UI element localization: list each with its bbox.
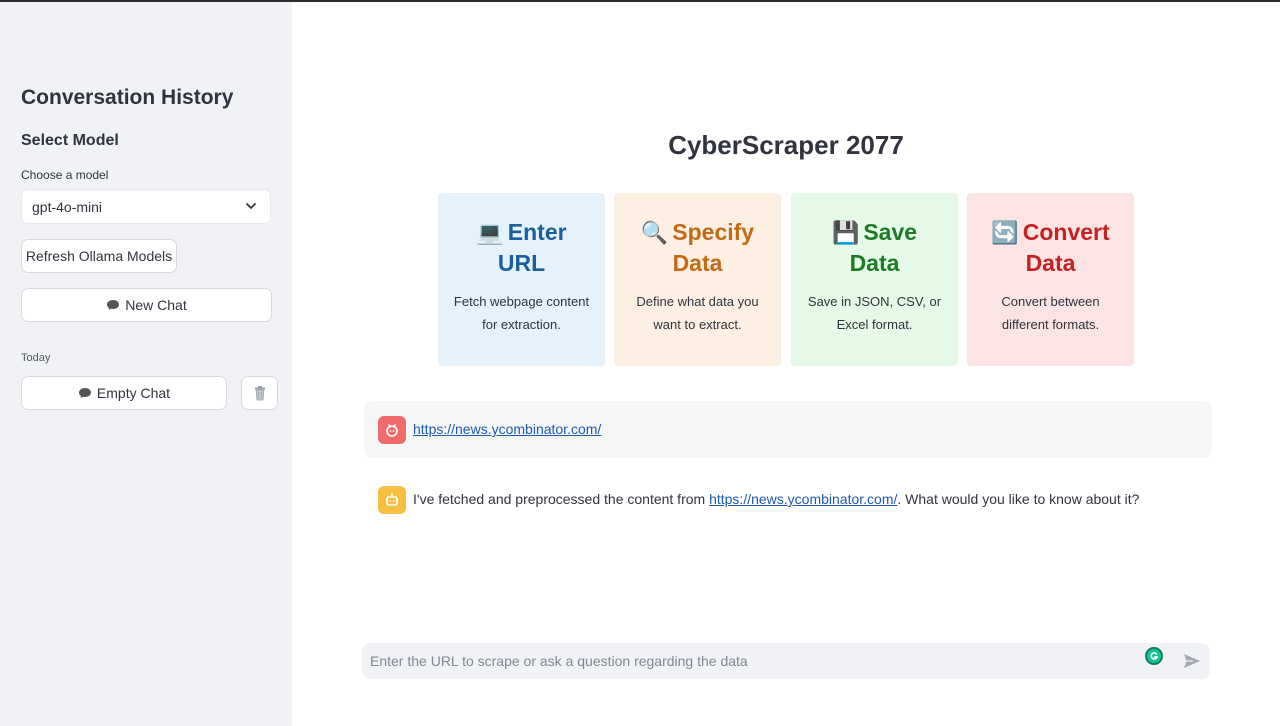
feature-card-description: Convert between different formats. bbox=[1001, 294, 1100, 332]
feature-card-title: 🔄 Convert Data bbox=[991, 219, 1110, 276]
feature-card-description: Save in JSON, CSV, or Excel format. bbox=[807, 294, 942, 332]
model-select[interactable]: gpt-4o-mini bbox=[21, 189, 271, 224]
feature-card-title: 💻 Enter URL bbox=[476, 219, 567, 276]
history-group-today: Today bbox=[21, 352, 51, 364]
chevron-down-icon bbox=[246, 203, 256, 209]
grammarly-icon[interactable] bbox=[1145, 647, 1163, 665]
send-icon[interactable] bbox=[1183, 653, 1201, 669]
chat-history-item[interactable]: Empty Chat bbox=[21, 376, 227, 410]
new-chat-label: New Chat bbox=[125, 297, 187, 313]
speech-bubble-icon bbox=[107, 300, 120, 310]
user-message: https://news.ycombinator.com/ bbox=[364, 401, 1212, 458]
feature-card-save-data: 💾 Save Data Save in JSON, CSV, or Excel f… bbox=[791, 193, 958, 366]
feature-card-description: Fetch webpage content for extraction. bbox=[453, 294, 590, 332]
new-chat-button[interactable]: New Chat bbox=[21, 288, 272, 322]
convert-arrows-icon: 🔄 bbox=[991, 220, 1019, 245]
speech-bubble-icon bbox=[78, 388, 91, 398]
sidebar: Conversation History Select Model Choose… bbox=[0, 2, 292, 726]
model-select-label: Choose a model bbox=[21, 168, 109, 182]
user-message-text: https://news.ycombinator.com/ bbox=[413, 421, 601, 437]
chat-history-item-label: Empty Chat bbox=[96, 385, 171, 401]
feature-card-title: 🔍 Specify Data bbox=[640, 219, 755, 276]
delete-chat-button[interactable] bbox=[241, 376, 278, 410]
feature-card-description: Define what data you want to extract. bbox=[636, 294, 759, 332]
trash-icon bbox=[254, 385, 265, 400]
magnifier-icon: 🔍 bbox=[640, 220, 669, 245]
page-title: CyberScraper 2077 bbox=[668, 130, 904, 160]
bot-avatar-icon bbox=[378, 486, 406, 514]
select-model-heading: Select Model bbox=[21, 132, 119, 149]
user-avatar-icon bbox=[378, 416, 406, 444]
feature-card-title: 💾 Save Data bbox=[831, 219, 918, 276]
model-select-value: gpt-4o-mini bbox=[32, 198, 103, 215]
user-message-link[interactable]: https://news.ycombinator.com/ bbox=[413, 421, 601, 437]
bot-message-text: I've fetched and preprocessed the conten… bbox=[413, 491, 1140, 507]
laptop-icon: 💻 bbox=[476, 220, 504, 245]
refresh-models-label: Refresh Ollama Models bbox=[25, 248, 173, 264]
floppy-disk-icon: 💾 bbox=[831, 220, 860, 245]
sidebar-title: Conversation History bbox=[21, 86, 234, 109]
bot-message-link[interactable]: https://news.ycombinator.com/ bbox=[709, 491, 897, 507]
refresh-models-button[interactable]: Refresh Ollama Models bbox=[21, 239, 177, 273]
feature-card-convert-data: 🔄 Convert Data Convert between different … bbox=[967, 193, 1134, 366]
feature-card-enter-url: 💻 Enter URL Fetch webpage content for ext… bbox=[438, 193, 605, 366]
feature-card-specify-data: 🔍 Specify Data Define what data you want … bbox=[614, 193, 781, 366]
chat-input[interactable] bbox=[362, 643, 1210, 679]
